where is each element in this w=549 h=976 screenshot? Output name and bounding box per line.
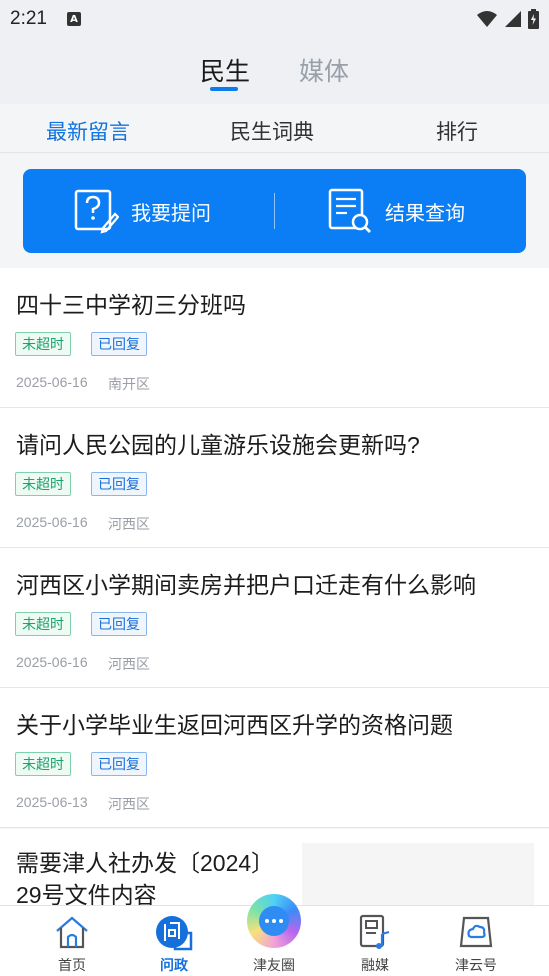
top-tab-bar: 民生 媒体 — [0, 38, 549, 104]
nav-jinyunhao-label: 津云号 — [455, 957, 497, 973]
status-badge-replied: 已回复 — [91, 332, 147, 356]
action-panel: 我要提问 结果查询 — [23, 169, 526, 253]
status-badge-not-overdue: 未超时 — [15, 612, 71, 636]
status-bar: 2:21 A — [0, 0, 549, 38]
item-title: 需要津人社办发〔2024〕29号文件内容 — [16, 850, 275, 908]
item-date: 2025-06-16 — [16, 374, 88, 390]
ask-question-button[interactable]: 我要提问 — [73, 169, 211, 253]
tab-latest-messages[interactable]: 最新留言 — [46, 116, 130, 146]
item-title: 四十三中学初三分班吗 — [16, 292, 246, 318]
signal-icon — [505, 11, 521, 27]
item-district: 河西区 — [108, 516, 150, 532]
list-item[interactable]: 四十三中学初三分班吗 未超时 已回复 2025-06-16 南开区 — [0, 268, 549, 408]
nav-wenzheng[interactable]: 问政 — [124, 906, 224, 976]
item-thumbnail — [302, 843, 534, 909]
sub-tab-bar: 最新留言 民生词典 排行 — [0, 104, 549, 153]
nav-jinyouquan-label: 津友圈 — [253, 957, 295, 973]
list-item[interactable]: 请问人民公园的儿童游乐设施会更新吗? 未超时 已回复 2025-06-16 河西… — [0, 408, 549, 548]
item-date: 2025-06-16 — [16, 654, 88, 670]
chat-bubble-icon[interactable] — [247, 894, 301, 948]
status-time: 2:21 — [10, 8, 47, 29]
item-date: 2025-06-16 — [16, 514, 88, 530]
wenzheng-icon — [155, 913, 193, 951]
tab-dictionary[interactable]: 民生词典 — [230, 116, 314, 146]
nav-rongmei-label: 融媒 — [361, 957, 389, 973]
home-icon — [53, 913, 91, 951]
nav-home[interactable]: 首页 — [22, 906, 122, 976]
item-title: 关于小学毕业生返回河西区升学的资格问题 — [16, 712, 453, 738]
nav-wenzheng-label: 问政 — [160, 957, 188, 973]
status-badge-not-overdue: 未超时 — [15, 472, 71, 496]
media-icon — [356, 913, 394, 951]
item-district: 河西区 — [108, 656, 150, 672]
tab-meiti[interactable]: 媒体 — [299, 52, 349, 88]
item-title: 请问人民公园的儿童游乐设施会更新吗? — [16, 432, 420, 458]
status-badge-not-overdue: 未超时 — [15, 332, 71, 356]
result-query-label: 结果查询 — [385, 202, 465, 225]
nav-home-label: 首页 — [58, 957, 86, 973]
ask-question-label: 我要提问 — [131, 202, 211, 225]
status-badge-replied: 已回复 — [91, 612, 147, 636]
active-tab-indicator — [210, 87, 238, 91]
action-divider — [274, 193, 275, 229]
item-district: 河西区 — [108, 796, 150, 812]
notification-icon: A — [66, 12, 81, 26]
list-item[interactable]: 关于小学毕业生返回河西区升学的资格问题 未超时 已回复 2025-06-13 河… — [0, 688, 549, 828]
tab-minsheng[interactable]: 民生 — [200, 52, 250, 88]
item-title: 河西区小学期间卖房并把户口迁走有什么影响 — [16, 572, 476, 598]
battery-icon — [528, 9, 539, 29]
question-edit-icon — [74, 189, 119, 234]
item-district: 南开区 — [108, 376, 150, 392]
document-search-icon — [328, 188, 371, 233]
result-query-button[interactable]: 结果查询 — [327, 169, 465, 253]
cloud-icon — [457, 913, 495, 951]
item-date: 2025-06-13 — [16, 794, 88, 810]
tab-ranking[interactable]: 排行 — [436, 116, 478, 146]
status-badge-not-overdue: 未超时 — [15, 752, 71, 776]
nav-rongmei[interactable]: 融媒 — [325, 906, 425, 976]
list-item[interactable]: 河西区小学期间卖房并把户口迁走有什么影响 未超时 已回复 2025-06-16 … — [0, 548, 549, 688]
nav-jinyunhao[interactable]: 津云号 — [426, 906, 526, 976]
wifi-icon — [477, 11, 497, 27]
status-badge-replied: 已回复 — [91, 752, 147, 776]
status-badge-replied: 已回复 — [91, 472, 147, 496]
status-icons — [476, 9, 539, 29]
